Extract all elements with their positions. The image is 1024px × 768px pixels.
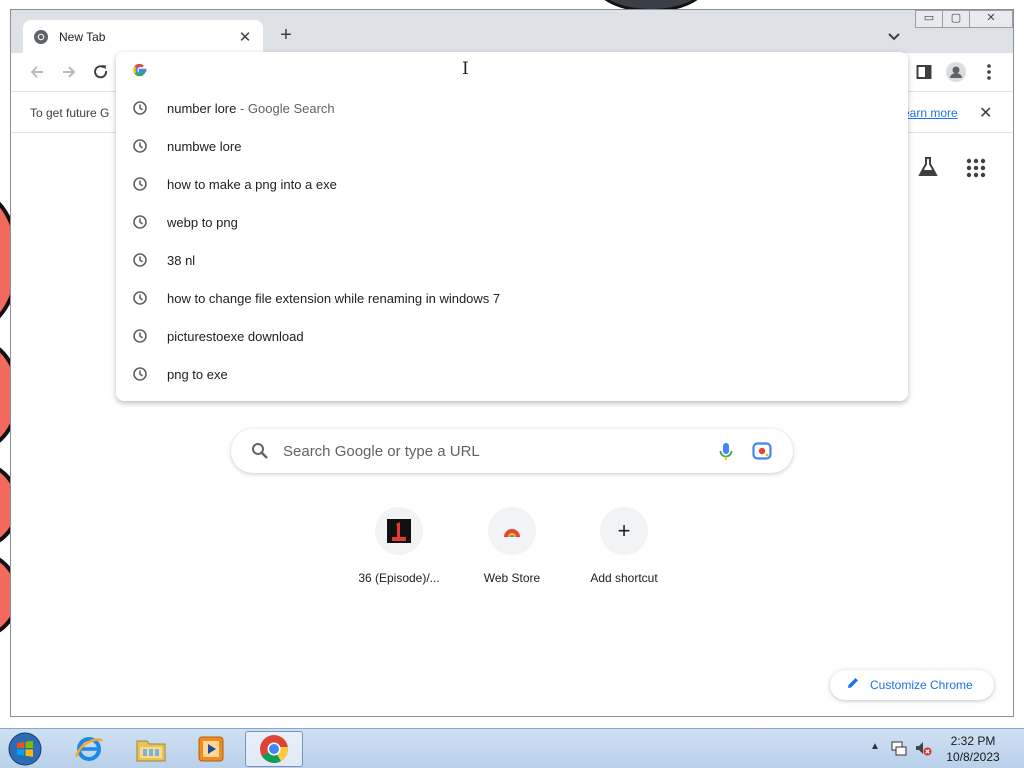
history-clock-icon — [132, 100, 148, 116]
suggestion-text: 38 nl — [167, 252, 196, 268]
apps-grid-icon[interactable] — [966, 158, 986, 178]
chrome-icon — [33, 29, 49, 45]
shortcut-label: Add shortcut — [590, 571, 658, 585]
learn-more-link[interactable]: earn more — [903, 106, 958, 120]
shortcut-web-store[interactable]: Web Store — [456, 507, 568, 597]
search-input[interactable] — [283, 440, 683, 462]
suggestion-item[interactable]: 38 nl — [116, 241, 908, 279]
shortcut-favicon — [375, 507, 423, 555]
web-store-icon — [488, 507, 536, 555]
start-button[interactable] — [6, 731, 44, 767]
file-explorer-icon[interactable] — [122, 731, 180, 767]
network-icon[interactable] — [890, 739, 908, 757]
history-clock-icon — [132, 290, 148, 306]
more-vert-icon[interactable] — [979, 62, 999, 82]
reload-icon[interactable] — [91, 62, 111, 82]
suggestion-text: numbwe lore — [167, 138, 242, 154]
omnibox-dropdown: I number lore - Google Search numbwe lor… — [116, 52, 908, 401]
tray-expand-icon[interactable]: ▲ — [870, 741, 880, 752]
suggestion-text: png to exe — [167, 366, 228, 382]
suggestion-item[interactable]: png to exe — [116, 355, 908, 393]
history-clock-icon — [132, 328, 148, 344]
google-g-icon — [132, 62, 148, 78]
tab-new-tab[interactable]: New Tab ✕ — [23, 20, 263, 53]
close-icon[interactable]: ✕ — [979, 103, 992, 123]
shortcut-36-episode[interactable]: 36 (Episode)/... — [343, 507, 455, 597]
shortcut-label: 36 (Episode)/... — [358, 571, 440, 585]
window-close-button[interactable]: ✕ — [969, 10, 1013, 28]
microphone-icon[interactable] — [718, 442, 734, 462]
customize-chrome-button[interactable]: Customize Chrome — [830, 670, 994, 700]
chevron-down-icon[interactable] — [885, 27, 903, 45]
internet-explorer-icon[interactable] — [60, 731, 118, 767]
suggestion-item[interactable]: number lore - Google Search — [116, 89, 908, 127]
suggestion-text: how to make a png into a exe — [167, 176, 337, 192]
suggestion-list: number lore - Google Search numbwe lore … — [116, 89, 908, 393]
close-icon[interactable]: ✕ — [237, 28, 253, 46]
forward-icon[interactable] — [59, 62, 79, 82]
suggestion-hint: - Google Search — [236, 100, 335, 116]
history-clock-icon — [132, 366, 148, 382]
new-tab-button[interactable]: + — [275, 25, 297, 47]
profile-avatar-icon[interactable] — [946, 62, 966, 82]
ntp-search-box[interactable] — [231, 429, 793, 473]
suggestion-text: number lore - Google Search — [167, 101, 335, 116]
history-clock-icon — [132, 214, 148, 230]
plus-icon: + — [600, 507, 648, 555]
suggestion-item[interactable]: numbwe lore — [116, 127, 908, 165]
minimize-button[interactable]: ▭ — [915, 10, 943, 28]
suggestion-text: how to change file extension while renam… — [167, 290, 501, 306]
media-player-icon[interactable] — [182, 731, 240, 767]
suggestion-item[interactable]: how to change file extension while renam… — [116, 279, 908, 317]
suggestion-text: picturestoexe download — [167, 328, 304, 344]
tab-title: New Tab — [59, 29, 106, 44]
history-clock-icon — [132, 176, 148, 192]
suggestion-query: number lore — [167, 100, 237, 116]
suggestion-item[interactable]: picturestoexe download — [116, 317, 908, 355]
text-cursor-icon: I — [462, 59, 469, 79]
window-controls: ▭ ▢ ✕ — [915, 10, 1013, 28]
side-panel-icon[interactable] — [914, 62, 934, 82]
history-clock-icon — [132, 138, 148, 154]
add-shortcut-button[interactable]: + Add shortcut — [568, 507, 680, 597]
tab-strip: New Tab ✕ + ▭ ▢ ✕ — [11, 10, 1013, 53]
google-lens-icon[interactable] — [752, 442, 772, 460]
suggestion-item[interactable]: webp to png — [116, 203, 908, 241]
infobar-text: To get future G — [30, 106, 110, 120]
search-icon — [251, 442, 269, 460]
suggestion-item[interactable]: how to make a png into a exe — [116, 165, 908, 203]
suggestion-text: webp to png — [167, 214, 238, 230]
history-clock-icon — [132, 252, 148, 268]
labs-flask-icon[interactable] — [917, 156, 939, 178]
volume-muted-icon[interactable] — [914, 739, 932, 757]
customize-chrome-label: Customize Chrome — [870, 678, 973, 692]
pencil-icon — [846, 676, 860, 695]
shortcut-label: Web Store — [483, 571, 541, 585]
back-icon[interactable] — [27, 62, 47, 82]
taskbar: ▲ 2:32 PM 10/8/2023 — [0, 728, 1024, 768]
add-shortcut-glyph: + — [617, 518, 631, 543]
maximize-button[interactable]: ▢ — [942, 10, 970, 28]
chrome-taskbar-icon[interactable] — [245, 731, 303, 767]
clock-date: 10/8/2023 — [946, 750, 1000, 764]
clock-time: 2:32 PM — [950, 734, 996, 748]
taskbar-clock[interactable]: 2:32 PM 10/8/2023 — [940, 733, 1006, 765]
